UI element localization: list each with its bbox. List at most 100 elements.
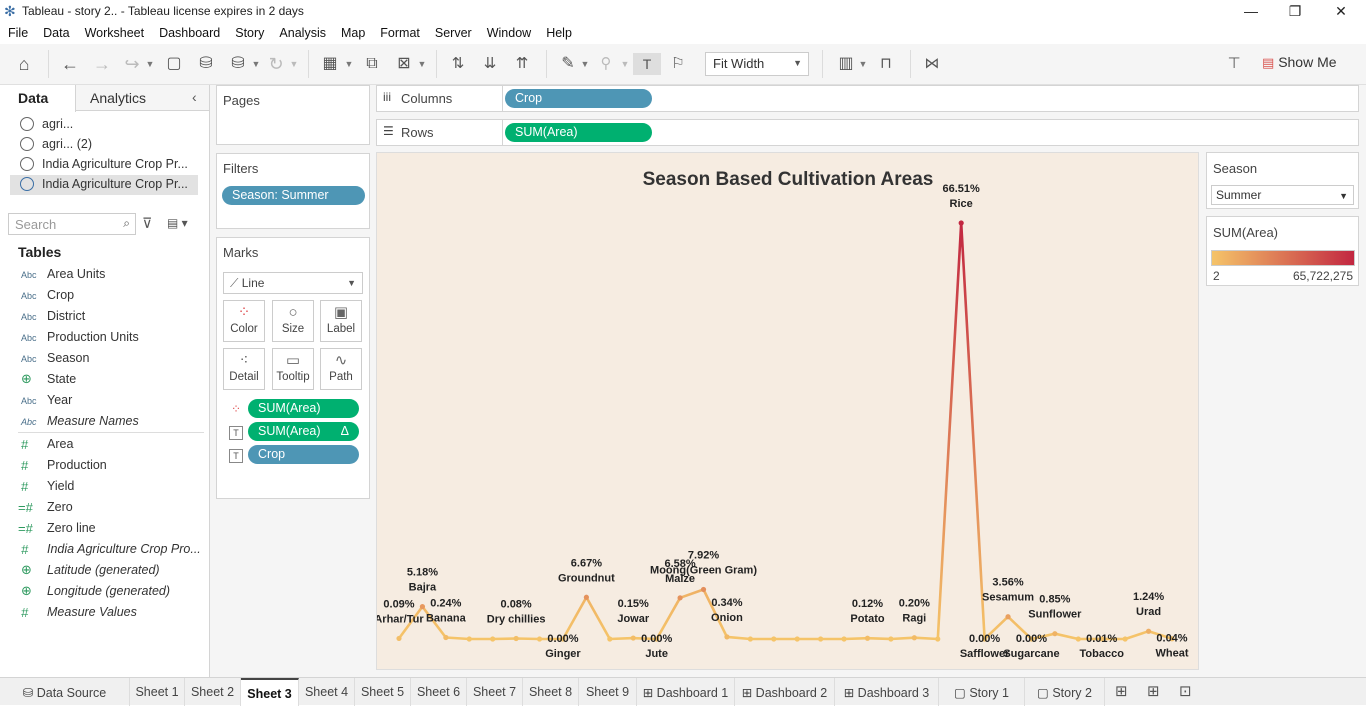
tab-dashboard-2[interactable]: ⊞ Dashboard 2 — [735, 678, 835, 706]
field-yield[interactable]: # Yield — [0, 477, 209, 498]
data-point[interactable] — [490, 636, 496, 642]
tab-dashboard-3[interactable]: ⊞ Dashboard 3 — [835, 678, 939, 706]
field-measure-values[interactable]: # Measure Values — [0, 603, 209, 624]
menu-map[interactable]: Map — [333, 23, 372, 40]
menu-worksheet[interactable]: Worksheet — [77, 23, 152, 40]
new-story-icon[interactable]: ⊡ — [1179, 682, 1192, 700]
viz-canvas[interactable]: Season Based Cultivation Areas 0.09% Arha… — [376, 152, 1199, 670]
datasource-item-selected[interactable]: India Agriculture Crop Pr... — [10, 175, 198, 195]
presentation-mode-icon[interactable]: ⊓ — [874, 53, 898, 75]
data-point[interactable] — [958, 220, 964, 226]
tab-sheet-2[interactable]: Sheet 2 — [185, 678, 241, 706]
replay-dropdown-icon[interactable]: ▼ — [145, 53, 155, 75]
field-district[interactable]: Abc District — [0, 307, 209, 328]
data-point[interactable] — [677, 595, 683, 601]
fit-selector[interactable]: Fit Width ▼ — [705, 52, 809, 76]
sort-ascending-icon[interactable]: ⇊ — [478, 53, 502, 75]
detail-button[interactable]: ⁖ Detail — [223, 348, 265, 390]
field-india-agriculture-count[interactable]: # India Agriculture Crop Pro... — [0, 540, 209, 561]
columns-shelf[interactable]: iii Columns Crop — [376, 85, 1359, 112]
data-point[interactable] — [607, 636, 613, 642]
show-me-button[interactable]: ▤ Show Me — [1262, 54, 1337, 71]
search-input[interactable]: Search ⌕ — [8, 213, 136, 235]
field-crop[interactable]: Abc Crop — [0, 286, 209, 307]
data-point[interactable] — [841, 636, 847, 642]
data-point[interactable] — [818, 636, 824, 642]
tab-sheet-4[interactable]: Sheet 4 — [299, 678, 355, 706]
data-point[interactable] — [513, 635, 519, 642]
menu-data[interactable]: Data — [35, 23, 76, 40]
new-worksheet-dropdown-icon[interactable]: ▼ — [344, 53, 354, 75]
home-icon[interactable]: ⌂ — [12, 53, 36, 75]
menu-server[interactable]: Server — [427, 23, 479, 40]
menu-analysis[interactable]: Analysis — [271, 23, 333, 40]
highlight-dropdown-icon[interactable]: ▼ — [580, 53, 590, 75]
tab-data[interactable]: Data — [0, 85, 76, 112]
field-measure-names[interactable]: Abc Measure Names — [0, 412, 209, 433]
tab-sheet-3[interactable]: Sheet 3 — [241, 678, 299, 706]
group-dropdown-icon[interactable]: ▼ — [620, 53, 630, 75]
tab-sheet-5[interactable]: Sheet 5 — [355, 678, 411, 706]
clear-dropdown-icon[interactable]: ▼ — [417, 53, 427, 75]
close-button[interactable]: ✕ — [1318, 0, 1364, 23]
redo-icon[interactable]: → — [90, 53, 114, 75]
view-options-icon[interactable]: ▤ ▾ — [167, 216, 188, 230]
tab-story-1[interactable]: ▢ Story 1 — [939, 678, 1025, 706]
field-season[interactable]: Abc Season — [0, 349, 209, 370]
field-production[interactable]: # Production — [0, 456, 209, 477]
collapse-pane-icon[interactable]: ‹ — [192, 89, 197, 105]
color-button[interactable]: ⁘ Color — [223, 300, 265, 342]
new-dashboard-icon[interactable]: ⊞ — [1147, 682, 1160, 700]
new-data-source-icon[interactable]: ⛁ — [194, 53, 218, 75]
menu-window[interactable]: Window — [479, 23, 538, 40]
data-point[interactable] — [396, 635, 402, 642]
marks-pill-color-sum-area[interactable]: SUM(Area) — [248, 399, 359, 418]
refresh-dropdown-icon[interactable]: ▼ — [289, 53, 299, 75]
pause-updates-icon[interactable]: ⛁ — [226, 53, 250, 75]
data-point[interactable] — [724, 634, 730, 640]
field-latitude[interactable]: ⊕ Latitude (generated) — [0, 561, 209, 582]
tab-sheet-1[interactable]: Sheet 1 — [130, 678, 185, 706]
marks-pill-label-crop[interactable]: Crop — [248, 445, 359, 464]
duplicate-sheet-icon[interactable]: ⧉ — [360, 53, 384, 75]
rows-pill-sum-area[interactable]: SUM(Area) — [505, 123, 652, 142]
minimize-button[interactable]: — — [1228, 0, 1274, 23]
data-point[interactable] — [864, 635, 871, 641]
tab-sheet-8[interactable]: Sheet 8 — [523, 678, 579, 706]
clear-sheet-icon[interactable]: ⊠ — [392, 53, 416, 75]
field-state[interactable]: ⊕ State — [0, 370, 209, 391]
filters-shelf[interactable]: Filters Season: Summer — [216, 153, 370, 229]
sort-descending-icon[interactable]: ⇈ — [510, 53, 534, 75]
series-line[interactable] — [397, 221, 1173, 641]
data-point[interactable] — [771, 636, 777, 642]
data-point[interactable] — [536, 636, 543, 642]
field-longitude[interactable]: ⊕ Longitude (generated) — [0, 582, 209, 603]
pages-shelf[interactable]: Pages — [216, 85, 370, 145]
highlight-icon[interactable]: ✎ — [556, 53, 580, 75]
menu-help[interactable]: Help — [538, 23, 579, 40]
data-point[interactable] — [935, 636, 941, 642]
data-point[interactable] — [1122, 636, 1128, 642]
new-worksheet-icon[interactable]: ▦ — [318, 53, 342, 75]
datasource-item[interactable]: India Agriculture Crop Pr... — [10, 155, 198, 175]
datasource-item[interactable]: agri... — [10, 115, 198, 135]
tab-sheet-9[interactable]: Sheet 9 — [579, 678, 637, 706]
data-point[interactable] — [1052, 631, 1058, 637]
data-point[interactable] — [1005, 614, 1011, 620]
new-worksheet-icon[interactable]: ⊞ — [1115, 682, 1128, 700]
tab-dashboard-1[interactable]: ⊞ Dashboard 1 — [637, 678, 735, 706]
data-point[interactable] — [630, 635, 636, 641]
datasource-item[interactable]: agri... (2) — [10, 135, 198, 155]
field-production-units[interactable]: Abc Production Units — [0, 328, 209, 349]
group-members-icon[interactable]: ⚲ — [594, 53, 618, 75]
filter-fields-icon[interactable]: ⊽ — [142, 215, 152, 232]
undo-icon[interactable]: ← — [58, 53, 82, 75]
data-point[interactable] — [1075, 636, 1081, 642]
field-year[interactable]: Abc Year — [0, 391, 209, 412]
tab-story-2[interactable]: ▢ Story 2 — [1025, 678, 1105, 706]
share-icon[interactable]: ⋈ — [920, 53, 944, 75]
data-point[interactable] — [888, 636, 894, 642]
format-painter-icon[interactable]: ⊤ — [1222, 53, 1246, 75]
pause-dropdown-icon[interactable]: ▼ — [251, 53, 261, 75]
show-cards-icon[interactable]: ▥ — [834, 53, 858, 75]
